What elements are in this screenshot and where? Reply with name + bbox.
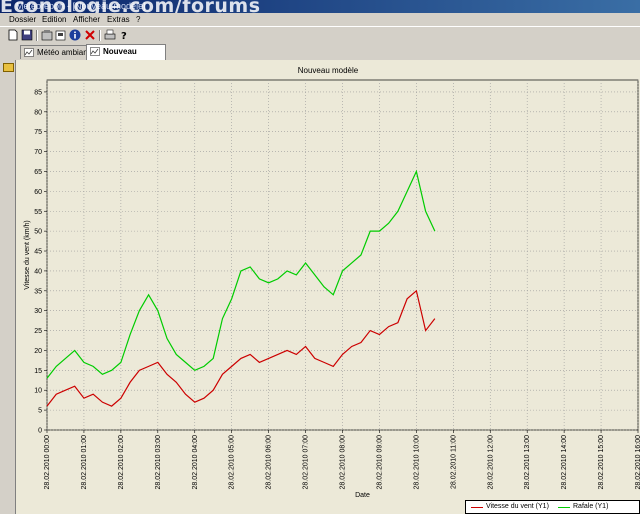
x-tick-label: 28.02.2010 15:00 xyxy=(598,435,605,490)
y-tick-label: 30 xyxy=(34,308,42,315)
new-doc-icon[interactable] xyxy=(7,29,19,41)
x-tick-label: 28.02.2010 06:00 xyxy=(266,435,273,490)
print-icon[interactable] xyxy=(104,29,116,41)
x-tick-label: 28.02.2010 02:00 xyxy=(118,435,125,490)
toolbar-separator xyxy=(36,30,38,41)
legend-swatch-vitesse xyxy=(471,507,483,508)
chart-plot: 0 5 10 15 20 25 30 35 40 45 50 55 60 65 70 75 80 85 28.02.… xyxy=(24,79,640,499)
x-tick-label: 28.02.2010 12:00 xyxy=(487,435,494,490)
export-icon[interactable] xyxy=(55,29,67,41)
left-sidebar xyxy=(0,60,16,514)
y-tick-label: 50 xyxy=(34,229,42,236)
x-tick-label: 28.02.2010 04:00 xyxy=(192,435,199,490)
y-tick-label: 15 xyxy=(34,368,42,375)
x-tick-label: 28.02.2010 10:00 xyxy=(413,435,420,490)
y-tick-label: 60 xyxy=(34,189,42,196)
x-tick-label: 28.02.2010 01:00 xyxy=(81,435,88,490)
svg-text:?: ? xyxy=(121,31,127,41)
y-tick-label: 35 xyxy=(34,288,42,295)
watermark: Econologie.com/forums xyxy=(0,0,261,13)
toolbar: ? xyxy=(0,26,640,45)
x-tick-label: 28.02.2010 14:00 xyxy=(561,435,568,490)
properties-icon[interactable] xyxy=(41,29,53,41)
tab-bar: Météo ambiante Nouveau modèle xyxy=(0,44,640,69)
chart-legend: Vitesse du vent (Y1) Rafale (Y1) xyxy=(465,500,640,514)
x-tick-label: 28.02.2010 05:00 xyxy=(229,435,236,490)
y-tick-label: 5 xyxy=(38,408,42,415)
y-tick-label: 85 xyxy=(34,89,42,96)
x-tick-label: 28.02.2010 00:00 xyxy=(44,435,51,490)
y-tick-label: 20 xyxy=(34,348,42,355)
chart-icon xyxy=(24,48,34,57)
delete-icon[interactable] xyxy=(84,29,96,41)
x-tick-label: 28.02.2010 03:00 xyxy=(155,435,162,490)
legend-label-rafale: Rafale (Y1) xyxy=(573,503,609,510)
y-tick-label: 80 xyxy=(34,109,42,116)
menu-bar: Dossier Edition Afficher Extras ? xyxy=(0,13,640,26)
y-axis-label: Vitesse du vent (km/h) xyxy=(24,220,31,290)
x-tick-label: 28.02.2010 07:00 xyxy=(303,435,310,490)
x-tick-label: 28.02.2010 08:00 xyxy=(340,435,347,490)
x-tick-label: 28.02.2010 11:00 xyxy=(450,435,457,489)
menu-help[interactable]: ? xyxy=(136,15,140,24)
y-tick-label: 70 xyxy=(34,149,42,156)
x-tick-label: 28.02.2010 09:00 xyxy=(376,435,383,490)
x-tick-label: 28.02.2010 13:00 xyxy=(524,435,531,490)
save-icon[interactable] xyxy=(21,29,33,41)
toolbar-separator xyxy=(99,30,101,41)
x-axis-label: Date xyxy=(355,492,370,499)
y-tick-label: 55 xyxy=(34,209,42,216)
menu-afficher[interactable]: Afficher xyxy=(73,15,100,24)
help-icon[interactable]: ? xyxy=(118,29,130,41)
tab-nouveau-modele[interactable]: Nouveau modèle xyxy=(86,44,166,69)
y-tick-label: 10 xyxy=(34,388,42,395)
y-tick-label: 40 xyxy=(34,268,42,275)
chart-panel: Nouveau modèle 0 5 10 15 20 25 30 35 40 45 50 55 60 6… xyxy=(16,60,640,514)
title-bar: Meteoreport - [Nouveau modèle] Econologi… xyxy=(0,0,640,13)
menu-extras[interactable]: Extras xyxy=(107,15,130,24)
y-tick-label: 25 xyxy=(34,328,42,335)
legend-swatch-rafale xyxy=(558,507,570,508)
y-tick-label: 75 xyxy=(34,129,42,136)
menu-dossier[interactable]: Dossier xyxy=(9,15,36,24)
chart-icon xyxy=(90,47,100,56)
folder-icon[interactable] xyxy=(3,63,14,72)
y-tick-label: 45 xyxy=(34,249,42,256)
menu-edition[interactable]: Edition xyxy=(42,15,66,24)
y-tick-label: 65 xyxy=(34,169,42,176)
x-tick-label: 28.02.2010 16:00 xyxy=(635,435,640,490)
y-tick-label: 0 xyxy=(38,428,42,435)
info-icon[interactable] xyxy=(69,29,81,41)
legend-label-vitesse: Vitesse du vent (Y1) xyxy=(486,503,549,510)
